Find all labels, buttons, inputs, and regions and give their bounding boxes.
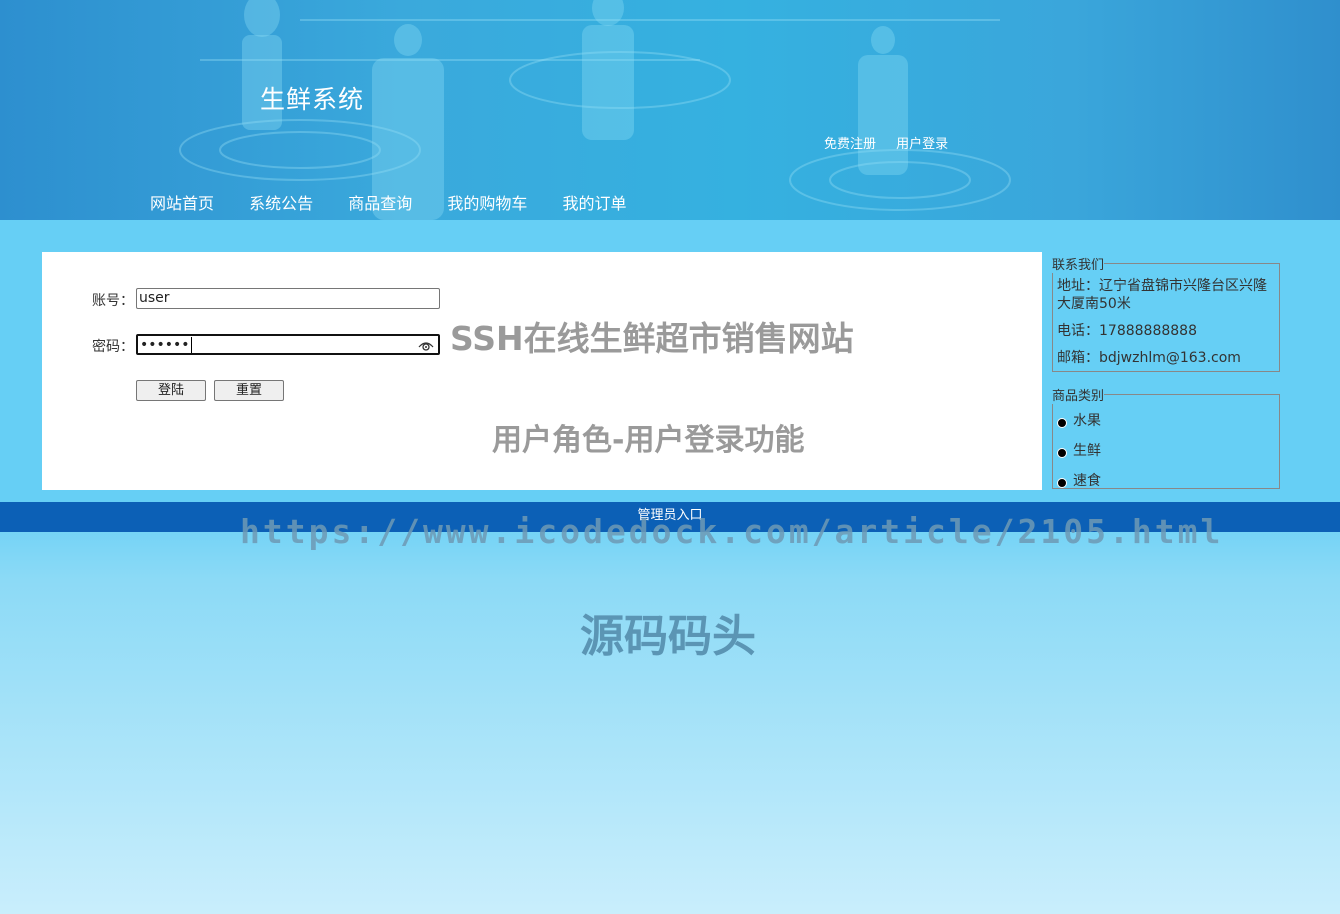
category-label: 生鲜 bbox=[1073, 443, 1101, 459]
main-nav: 网站首页 系统公告 商品查询 我的购物车 我的订单 bbox=[150, 190, 656, 214]
site-title: 生鲜系统 bbox=[260, 85, 365, 114]
register-link[interactable]: 免费注册 bbox=[824, 137, 876, 152]
nav-item-home[interactable]: 网站首页 bbox=[150, 194, 214, 213]
watermark-url: https://www.icodedock.com/article/2105.h… bbox=[240, 512, 1224, 551]
header-background-image bbox=[179, 0, 1011, 220]
category-legend: 商品类别 bbox=[1052, 389, 1105, 404]
nav-item-cart[interactable]: 我的购物车 bbox=[447, 194, 527, 213]
category-item-fruit[interactable]: 水果 bbox=[1057, 410, 1279, 430]
site-header: 生鲜系统 免费注册 用户登录 网站首页 系统公告 商品查询 我的购物车 我的订单 bbox=[0, 0, 1340, 220]
bullet-icon bbox=[1057, 448, 1067, 458]
contact-legend: 联系我们 bbox=[1052, 258, 1105, 273]
contact-email: 邮箱：bdjwzhlm@163.com bbox=[1057, 350, 1241, 366]
watermark-brand: 源码码头 bbox=[580, 611, 756, 662]
account-label: 账号： bbox=[92, 293, 134, 309]
top-links: 免费注册 用户登录 bbox=[824, 133, 964, 152]
password-label: 密码： bbox=[92, 339, 134, 355]
reset-button[interactable]: 重置 bbox=[214, 380, 284, 401]
login-panel: 账号： user 密码： •••••• 登陆 重置 SSH在线生鲜超市销售网站 … bbox=[42, 252, 1042, 490]
nav-item-orders[interactable]: 我的订单 bbox=[562, 194, 626, 213]
bullet-icon bbox=[1057, 478, 1067, 488]
watermark-subtitle: 用户角色-用户登录功能 bbox=[492, 423, 805, 458]
password-input[interactable]: •••••• bbox=[136, 334, 440, 355]
login-button[interactable]: 登陆 bbox=[136, 380, 206, 401]
login-link[interactable]: 用户登录 bbox=[896, 137, 948, 152]
contact-address: 地址：辽宁省盘锦市兴隆台区兴隆大厦南50米 bbox=[1057, 278, 1267, 312]
category-item-fast-food[interactable]: 速食 bbox=[1057, 470, 1279, 490]
category-label: 速食 bbox=[1073, 473, 1101, 489]
bullet-icon bbox=[1057, 418, 1067, 428]
nav-item-product-search[interactable]: 商品查询 bbox=[348, 194, 412, 213]
show-password-eye-icon[interactable] bbox=[418, 339, 434, 358]
contact-phone: 电话：17888888888 bbox=[1057, 323, 1197, 339]
account-input[interactable]: user bbox=[136, 288, 440, 309]
password-value: •••••• bbox=[140, 337, 190, 353]
category-box: 商品类别 水果 生鲜 速食 bbox=[1052, 385, 1280, 489]
category-label: 水果 bbox=[1073, 413, 1101, 429]
contact-box: 联系我们 地址：辽宁省盘锦市兴隆台区兴隆大厦南50米 电话：1788888888… bbox=[1052, 254, 1280, 372]
watermark-title: SSH在线生鲜超市销售网站 bbox=[450, 319, 854, 358]
nav-item-announcements[interactable]: 系统公告 bbox=[249, 194, 313, 213]
category-item-fresh[interactable]: 生鲜 bbox=[1057, 440, 1279, 460]
